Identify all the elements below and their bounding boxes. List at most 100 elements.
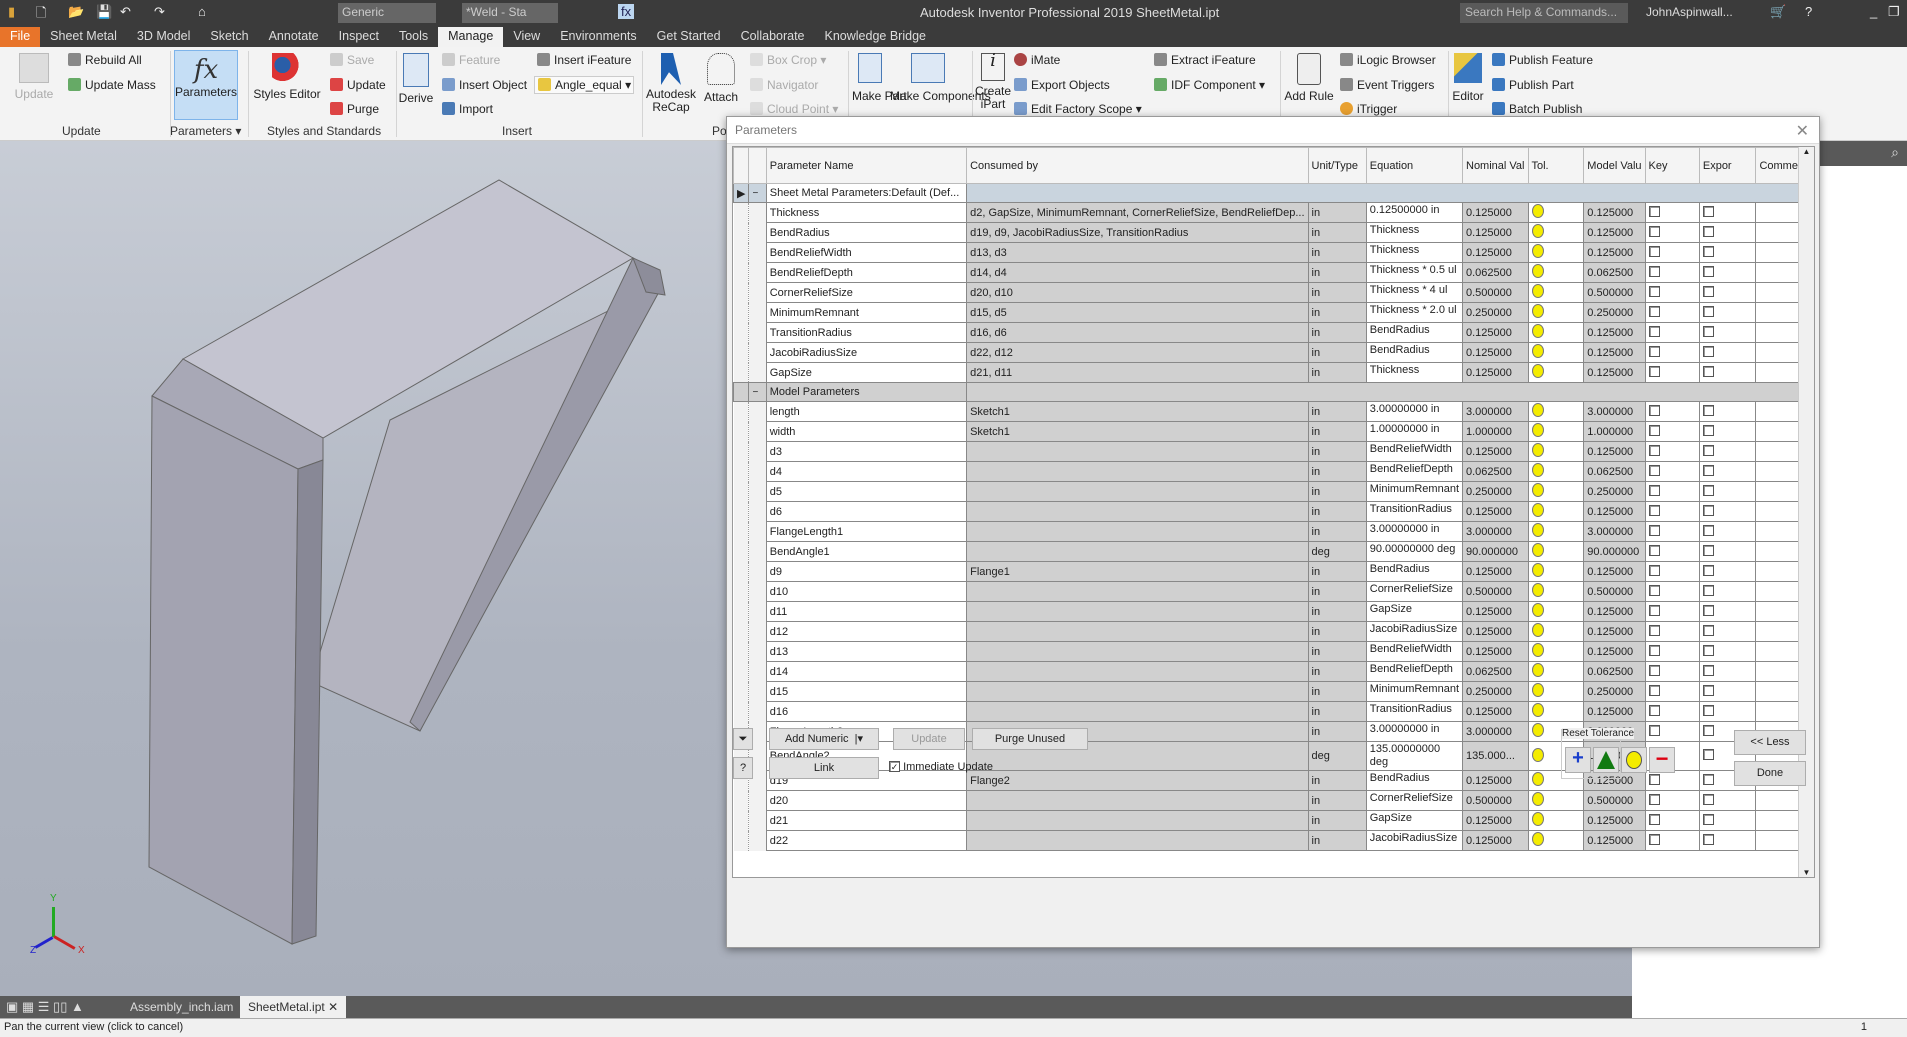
box-crop-button[interactable]: Box Crop ▾ [750, 53, 826, 67]
tolerance-cell[interactable] [1527, 701, 1585, 722]
unit-type[interactable]: in [1307, 282, 1367, 303]
column-header-equation[interactable]: Equation [1365, 147, 1464, 184]
key-checkbox[interactable] [1648, 684, 1660, 696]
key-checkbox[interactable] [1648, 404, 1660, 416]
export-checkbox[interactable] [1702, 325, 1714, 337]
feature-button[interactable]: Feature [442, 53, 500, 67]
unit-type[interactable]: in [1307, 581, 1367, 602]
key-checkbox[interactable] [1648, 833, 1660, 845]
less-button[interactable]: << Less [1734, 730, 1806, 755]
export-checkbox[interactable] [1702, 793, 1714, 805]
tolerance-cell[interactable] [1527, 362, 1585, 383]
cloud-point-button[interactable]: Cloud Point ▾ [750, 102, 838, 116]
parameter-row[interactable]: GapSize d21, d11 in Thickness 0.125000 0.1250… [733, 362, 1814, 383]
ifeature-combo[interactable]: Angle_equal ▾ [534, 76, 634, 94]
export-checkbox[interactable] [1702, 245, 1714, 257]
parameter-row[interactable]: BendRadius d19, d9, JacobiRadiusSize, Tra… [733, 222, 1814, 243]
equation-field[interactable]: 0.12500000 in [1365, 202, 1464, 223]
close-icon[interactable]: ✕ [328, 1000, 338, 1014]
parameter-name[interactable]: GapSize [765, 362, 968, 383]
parameter-row[interactable]: d3 in BendReliefWidth 0.125000 0.125000 [733, 441, 1814, 462]
tolerance-cell[interactable] [1527, 322, 1585, 343]
key-checkbox[interactable] [1648, 285, 1660, 297]
parameter-row[interactable]: width Sketch1 in 1.00000000 in 1.000000 1.000… [733, 421, 1814, 442]
link-button[interactable]: Link [769, 757, 879, 779]
tolerance-cell[interactable] [1527, 242, 1585, 263]
tab-sketch[interactable]: Sketch [200, 27, 258, 47]
key-checkbox[interactable] [1648, 365, 1660, 377]
parameter-row[interactable]: d4 in BendReliefDepth 0.062500 0.062500 [733, 461, 1814, 482]
close-icon[interactable]: ✕ [1796, 121, 1809, 141]
styles-editor-button[interactable]: Styles Editor [252, 53, 322, 101]
export-checkbox[interactable] [1702, 345, 1714, 357]
filter-icon[interactable]: ⏷ [733, 728, 753, 750]
export-checkbox[interactable] [1702, 265, 1714, 277]
key-checkbox[interactable] [1648, 424, 1660, 436]
tab-inspect[interactable]: Inspect [329, 27, 389, 47]
unit-type[interactable]: in [1307, 721, 1367, 742]
tolerance-cell[interactable] [1527, 421, 1585, 442]
equation-field[interactable]: BendReliefDepth [1365, 661, 1464, 682]
export-checkbox[interactable] [1702, 773, 1714, 785]
parameter-row[interactable]: MinimumRemnant d15, d5 in Thickness * 2.0 u… [733, 302, 1814, 323]
tolerance-cell[interactable] [1527, 790, 1585, 811]
key-checkbox[interactable] [1648, 624, 1660, 636]
ilogic-browser-button[interactable]: iLogic Browser [1340, 53, 1436, 67]
column-header-expor[interactable]: Expor [1698, 147, 1757, 184]
equation-field[interactable]: CornerReliefSize [1365, 790, 1464, 811]
itrigger-button[interactable]: iTrigger [1340, 102, 1397, 116]
insert-object-button[interactable]: Insert Object [442, 78, 527, 92]
key-checkbox[interactable] [1648, 265, 1660, 277]
event-triggers-button[interactable]: Event Triggers [1340, 78, 1434, 92]
unit-type[interactable]: in [1307, 701, 1367, 722]
tolerance-cell[interactable] [1527, 641, 1585, 662]
export-checkbox[interactable] [1702, 749, 1714, 760]
key-checkbox[interactable] [1648, 544, 1660, 556]
doc-tab-assembly[interactable]: Assembly_inch.iam [122, 996, 241, 1018]
help-icon[interactable]: ? [733, 757, 753, 779]
column-header-parameter-name[interactable]: Parameter Name [765, 147, 968, 184]
equation-field[interactable]: Thickness [1365, 222, 1464, 243]
key-checkbox[interactable] [1648, 484, 1660, 496]
tolerance-cell[interactable] [1527, 561, 1585, 582]
key-checkbox[interactable] [1648, 664, 1660, 676]
parameter-name[interactable]: d12 [765, 621, 968, 642]
tolerance-cell[interactable] [1527, 202, 1585, 223]
median-tolerance-triangle-icon[interactable] [1593, 747, 1619, 773]
equation-field[interactable]: 1.00000000 in [1365, 421, 1464, 442]
key-checkbox[interactable] [1648, 504, 1660, 516]
tolerance-cell[interactable] [1527, 302, 1585, 323]
material-combo[interactable]: *Weld - Sta [462, 3, 558, 23]
parameter-row[interactable]: BendReliefWidth d13, d3 in Thickness 0.12500… [733, 242, 1814, 263]
parameters-button[interactable]: fx Parameters [174, 50, 238, 120]
key-checkbox[interactable] [1648, 225, 1660, 237]
save-style-button[interactable]: Save [330, 53, 374, 67]
key-checkbox[interactable] [1648, 305, 1660, 317]
parameter-name[interactable]: BendRadius [765, 222, 968, 243]
equation-field[interactable]: TransitionRadius [1365, 701, 1464, 722]
export-checkbox[interactable] [1702, 504, 1714, 516]
equation-field[interactable]: 135.00000000 deg [1365, 741, 1464, 771]
equation-field[interactable]: BendRadius [1365, 322, 1464, 343]
equation-field[interactable]: Thickness [1365, 362, 1464, 383]
fx-parameters-icon[interactable]: fx [618, 4, 635, 19]
add-rule-button[interactable]: Add Rule [1284, 53, 1334, 103]
visual-style-combo[interactable]: Generic [338, 3, 436, 23]
idf-component-button[interactable]: IDF Component ▾ [1154, 78, 1265, 92]
cart-icon[interactable]: 🛒 [1770, 4, 1786, 20]
equation-field[interactable]: BendRadius [1365, 770, 1464, 791]
parameter-row[interactable]: d21 in GapSize 0.125000 0.125000 [733, 810, 1814, 831]
equation-field[interactable]: BendReliefDepth [1365, 461, 1464, 482]
parameter-row[interactable]: d19 Flange2 in BendRadius 0.125000 0.125000 [733, 770, 1814, 791]
unit-type[interactable]: in [1307, 322, 1367, 343]
export-checkbox[interactable] [1702, 664, 1714, 676]
tolerance-cell[interactable] [1527, 661, 1585, 682]
parameter-row[interactable]: d16 in TransitionRadius 0.125000 0.125000 [733, 701, 1814, 722]
export-checkbox[interactable] [1702, 704, 1714, 716]
update-style-button[interactable]: Update [330, 78, 386, 92]
parameter-row[interactable]: d22 in JacobiRadiusSize 0.125000 0.125000 [733, 830, 1814, 851]
equation-field[interactable]: 3.00000000 in [1365, 401, 1464, 422]
key-checkbox[interactable] [1648, 464, 1660, 476]
parameter-row[interactable]: length Sketch1 in 3.00000000 in 3.000000 3.00… [733, 401, 1814, 422]
import-button[interactable]: Import [442, 102, 493, 116]
